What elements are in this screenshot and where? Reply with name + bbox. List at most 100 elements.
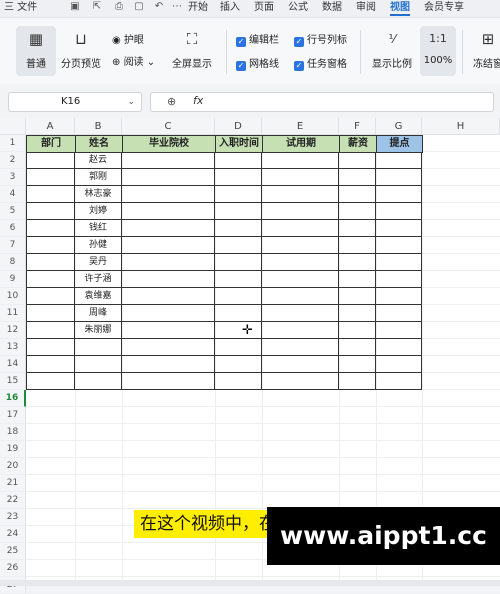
column-header-f[interactable]: F [339, 118, 376, 135]
row-header-2[interactable]: 2 [0, 152, 26, 169]
gridlines-checkbox[interactable]: ✓ 网格线 [236, 58, 279, 72]
table-cell[interactable] [376, 373, 422, 390]
table-header-cell[interactable]: 毕业院校 [122, 135, 216, 153]
table-cell[interactable] [262, 169, 339, 186]
table-cell[interactable] [262, 288, 339, 305]
table-cell[interactable] [376, 322, 422, 339]
menu-home[interactable]: 开始 [186, 1, 210, 16]
row-header-12[interactable]: 12 [0, 322, 26, 339]
table-cell[interactable] [75, 339, 122, 356]
table-cell[interactable] [262, 322, 339, 339]
row-header-9[interactable]: 9 [0, 271, 26, 288]
table-cell[interactable] [122, 169, 215, 186]
table-cell[interactable] [122, 152, 215, 169]
row-header-15[interactable]: 15 [0, 373, 26, 390]
page-break-preview-button[interactable]: ⊔ 分页预览 [58, 26, 104, 76]
table-cell[interactable] [262, 186, 339, 203]
table-cell[interactable] [376, 237, 422, 254]
menu-data[interactable]: 数据 [320, 1, 344, 16]
table-cell[interactable] [26, 169, 75, 186]
table-cell[interactable]: 吴丹 [75, 254, 122, 271]
menu-review[interactable]: 审阅 [354, 1, 378, 16]
table-cell[interactable] [376, 271, 422, 288]
row-header-18[interactable]: 18 [0, 424, 26, 441]
table-header-cell[interactable]: 姓名 [75, 135, 123, 153]
preview-icon[interactable]: ▢ [134, 2, 144, 12]
table-cell[interactable]: 赵云 [75, 152, 122, 169]
table-cell[interactable]: 袁维嘉 [75, 288, 122, 305]
more-icon[interactable]: ⋯ [172, 2, 182, 12]
reading-mode-button[interactable]: ⊕ 阅读 ⌄ [112, 56, 155, 70]
row-header-6[interactable]: 6 [0, 220, 26, 237]
table-cell[interactable] [122, 356, 215, 373]
table-cell[interactable]: 许子涵 [75, 271, 122, 288]
row-header-8[interactable]: 8 [0, 254, 26, 271]
table-cell[interactable] [26, 288, 75, 305]
table-cell[interactable] [215, 237, 262, 254]
menu-view[interactable]: 视图 [388, 1, 412, 16]
row-header-1[interactable]: 1 [0, 135, 26, 152]
table-cell[interactable] [339, 152, 376, 169]
undo-icon[interactable]: ↶ [154, 2, 164, 12]
table-cell[interactable] [339, 203, 376, 220]
table-cell[interactable] [262, 271, 339, 288]
row-header-23[interactable]: 23 [0, 509, 26, 526]
table-cell[interactable] [262, 356, 339, 373]
column-header-b[interactable]: B [75, 118, 122, 135]
table-cell[interactable] [122, 254, 215, 271]
table-cell[interactable] [339, 271, 376, 288]
headings-checkbox[interactable]: ✓ 行号列标 [294, 34, 347, 48]
zoom-ratio-button[interactable]: ⅟ 显示比例 [368, 26, 416, 76]
table-cell[interactable] [376, 305, 422, 322]
table-cell[interactable] [26, 203, 75, 220]
table-cell[interactable] [26, 356, 75, 373]
row-header-21[interactable]: 21 [0, 475, 26, 492]
table-header-cell[interactable]: 入职时间 [215, 135, 263, 153]
table-cell[interactable] [262, 305, 339, 322]
table-cell[interactable] [122, 186, 215, 203]
fullscreen-button[interactable]: ⛶ 全屏显示 [168, 26, 216, 76]
table-cell[interactable] [215, 339, 262, 356]
table-cell[interactable] [339, 237, 376, 254]
table-cell[interactable] [122, 322, 215, 339]
table-cell[interactable] [262, 373, 339, 390]
save-icon[interactable]: ▣ [70, 2, 80, 12]
menu-file[interactable]: 三 文件 [2, 1, 39, 16]
table-cell[interactable] [262, 339, 339, 356]
table-cell[interactable] [122, 288, 215, 305]
table-cell[interactable] [215, 186, 262, 203]
table-cell[interactable] [26, 186, 75, 203]
table-cell[interactable] [376, 186, 422, 203]
table-cell[interactable] [215, 152, 262, 169]
table-cell[interactable] [215, 254, 262, 271]
table-cell[interactable] [376, 254, 422, 271]
table-cell[interactable]: 周峰 [75, 305, 122, 322]
column-header-e[interactable]: E [262, 118, 339, 135]
column-header-h[interactable]: H [422, 118, 500, 135]
row-header-13[interactable]: 13 [0, 339, 26, 356]
row-header-24[interactable]: 24 [0, 526, 26, 543]
row-header-10[interactable]: 10 [0, 288, 26, 305]
table-header-cell[interactable]: 试用期 [262, 135, 340, 153]
table-cell[interactable] [339, 339, 376, 356]
row-header-20[interactable]: 20 [0, 458, 26, 475]
row-header-19[interactable]: 19 [0, 441, 26, 458]
table-cell[interactable] [26, 237, 75, 254]
table-cell[interactable] [26, 305, 75, 322]
row-header-11[interactable]: 11 [0, 305, 26, 322]
table-cell[interactable] [376, 356, 422, 373]
column-header-g[interactable]: G [376, 118, 422, 135]
table-cell[interactable] [215, 203, 262, 220]
table-cell[interactable]: 朱丽娜 [75, 322, 122, 339]
eye-protect-button[interactable]: ◉ 护眼 [112, 34, 144, 48]
table-header-cell[interactable]: 提点 [376, 135, 423, 153]
table-cell[interactable] [376, 288, 422, 305]
table-cell[interactable] [339, 186, 376, 203]
zoom-100-button[interactable]: 1:1 100% [420, 26, 456, 76]
table-cell[interactable] [339, 288, 376, 305]
table-cell[interactable] [26, 152, 75, 169]
menu-member[interactable]: 会员专享 [422, 1, 466, 16]
table-cell[interactable] [122, 339, 215, 356]
table-cell[interactable] [26, 373, 75, 390]
table-cell[interactable]: 孙健 [75, 237, 122, 254]
